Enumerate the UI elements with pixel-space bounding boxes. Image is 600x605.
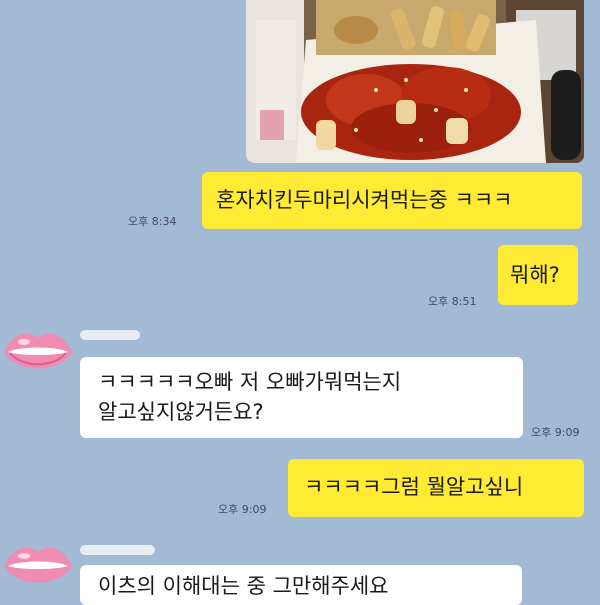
message-text: 뭐해?: [510, 263, 560, 287]
chicken-photo[interactable]: [246, 0, 584, 163]
message-text-line: ㅋㅋㅋㅋㅋ오빠 저 오빠가뭐먹는지: [98, 370, 402, 394]
sender-name: [80, 330, 140, 340]
sent-message[interactable]: 혼자치킨두마리시켜먹는중 ㅋㅋㅋ: [202, 172, 582, 229]
message-time: 오후 9:09: [531, 426, 580, 439]
lips-icon[interactable]: [0, 326, 76, 382]
message-time: 오후 8:34: [128, 215, 177, 228]
sent-message[interactable]: 뭐해?: [498, 245, 578, 305]
sent-message[interactable]: ㅋㅋㅋㅋ그럼 뭘알고싶니: [288, 459, 584, 517]
received-message[interactable]: 이츠의 이해대는 중 그만해주세요: [80, 565, 522, 605]
message-time: 오후 8:51: [428, 295, 477, 308]
message-time: 오후 9:09: [218, 503, 267, 516]
message-text: 혼자치킨두마리시켜먹는중 ㅋㅋㅋ: [216, 188, 513, 212]
message-text: ㅋㅋㅋㅋ그럼 뭘알고싶니: [304, 475, 524, 499]
message-text: 이츠의 이해대는 중 그만해주세요: [98, 574, 389, 598]
sender-name: [80, 545, 155, 555]
received-message[interactable]: ㅋㅋㅋㅋㅋ오빠 저 오빠가뭐먹는지 알고싶지않거든요?: [80, 357, 523, 438]
message-text-line: 알고싶지않거든요?: [98, 400, 264, 424]
lips-icon[interactable]: [0, 540, 76, 596]
